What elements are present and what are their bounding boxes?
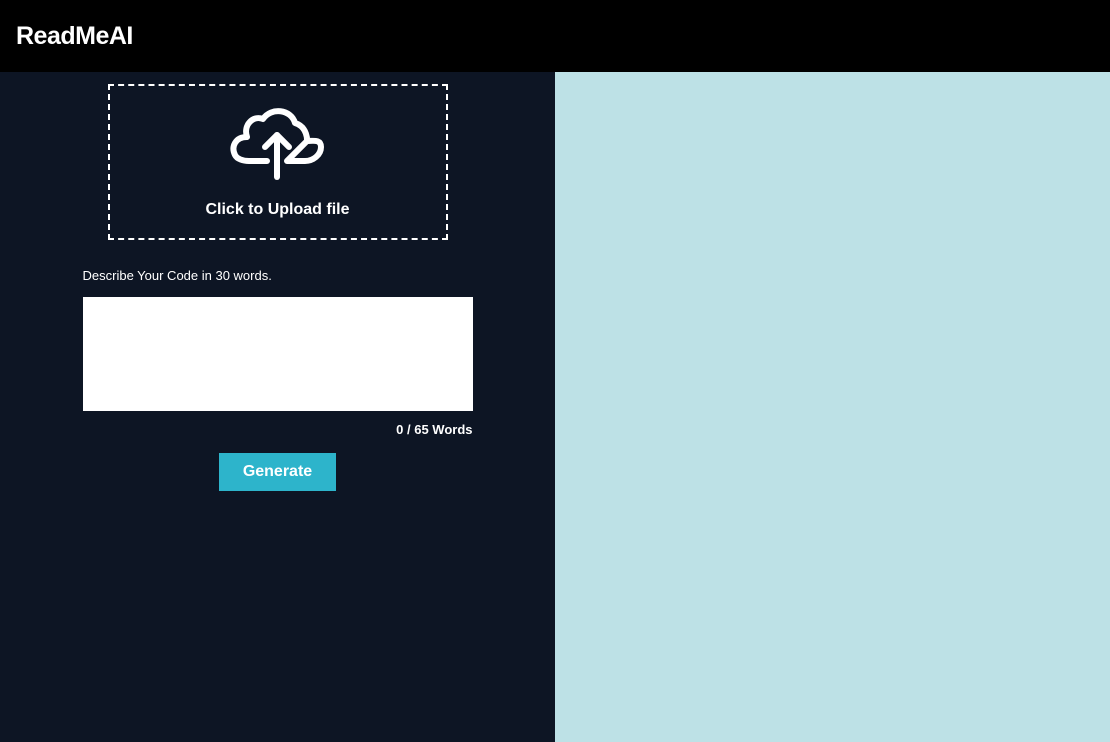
upload-prompt-text: Click to Upload file (205, 201, 349, 219)
describe-form: Describe Your Code in 30 words. 0 / 65 W… (83, 268, 473, 491)
app-logo: ReadMeAI (16, 22, 133, 51)
left-pane: Click to Upload file Describe Your Code … (0, 72, 555, 742)
header: ReadMeAI (0, 0, 1110, 72)
describe-input[interactable] (83, 297, 473, 411)
describe-label: Describe Your Code in 30 words. (83, 268, 473, 283)
cloud-upload-icon (225, 105, 330, 185)
word-count: 0 / 65 Words (83, 422, 473, 437)
main-content: Click to Upload file Describe Your Code … (0, 72, 1110, 742)
file-upload-dropzone[interactable]: Click to Upload file (108, 84, 448, 240)
generate-button[interactable]: Generate (219, 453, 336, 491)
output-pane (555, 72, 1110, 742)
